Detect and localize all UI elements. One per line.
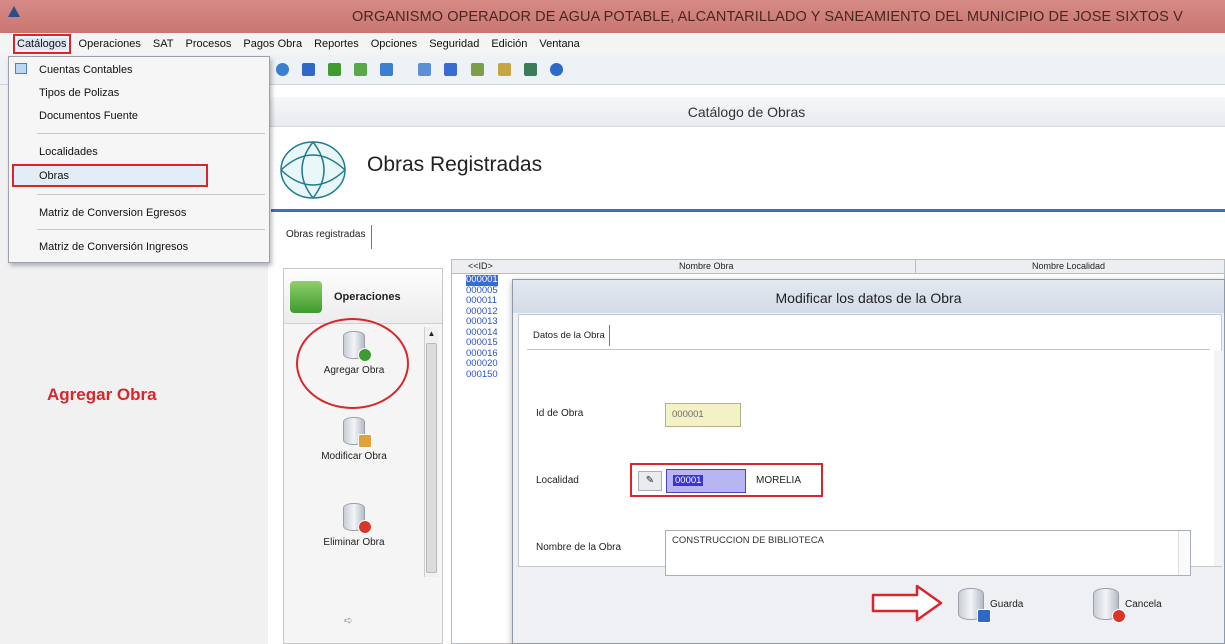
annotation-circle [296,318,409,409]
toolbar-window-icon[interactable] [380,63,393,76]
tab-datos-obra[interactable]: Datos de la Obra [529,325,610,346]
toolbar-tree-icon[interactable] [328,63,341,76]
menu-item-tipos-polizas[interactable]: Tipos de Polizas [39,87,119,99]
menu-item-localidades[interactable]: Localidades [39,146,98,158]
menu-reportes[interactable]: Reportes [314,38,359,50]
menu-opciones[interactable]: Opciones [371,38,417,50]
title-bar: ORGANISMO OPERADOR DE AGUA POTABLE, ALCA… [0,0,1225,33]
dialog-title: Modificar los datos de la Obra [513,280,1224,313]
localidad-label: Localidad [536,475,579,486]
localidad-search-button[interactable]: ✎ [638,471,662,491]
table-row[interactable]: 000015 [466,337,498,349]
menu-seguridad[interactable]: Seguridad [429,38,479,50]
tab-obras-registradas[interactable]: Obras registradas [280,225,373,249]
operations-label: Operaciones [334,291,401,303]
operations-header: Operaciones [284,269,442,324]
annotation-arrow-icon [871,584,943,622]
localidad-name: MORELIA [756,475,802,486]
menu-item-cuentas-contables[interactable]: Cuentas Contables [39,64,133,76]
menu-item-obras[interactable]: Obras [39,170,69,182]
localidad-group: ✎ 00001 MORELIA [630,463,823,497]
menu-edicion[interactable]: Edición [491,38,527,50]
database-edit-icon [343,417,372,448]
table-row[interactable]: 000013 [466,316,498,328]
id-obra-field: 000001 [665,403,741,427]
window-title: ORGANISMO OPERADOR DE AGUA POTABLE, ALCA… [352,9,1183,25]
toolbar-save-icon[interactable] [524,63,537,76]
toolbar-list-icon[interactable] [444,63,457,76]
operations-scrollbar[interactable]: ▲ [424,327,438,577]
app-logo-icon [8,6,20,17]
col-nombre-localidad[interactable]: Nombre Localidad [1032,261,1105,271]
nombre-scrollbar[interactable] [1178,531,1190,575]
save-button[interactable]: Guarda [958,588,1024,623]
table-row[interactable]: 000011 [466,295,498,307]
catalogos-dropdown: Cuentas Contables Tipos de Polizas Docum… [8,56,270,263]
toolbar-chart-icon[interactable] [354,63,367,76]
annotation-agregar-obra: Agregar Obra [47,385,157,404]
scroll-up-icon[interactable]: ▲ [425,327,438,341]
more-arrow-icon[interactable]: ➪ [344,614,353,627]
menu-sat[interactable]: SAT [153,38,174,50]
grid-id-list: 000001 000005 000011 000012 000013 00001… [466,274,498,381]
cancel-label: Cancela [1125,598,1162,610]
dialog-scrollbar[interactable] [1214,351,1222,566]
menu-ventana[interactable]: Ventana [539,38,579,50]
menu-bar: Catálogos Operaciones SAT Procesos Pagos… [0,33,1225,55]
page-title: Obras Registradas [367,153,543,176]
save-label: Guarda [990,598,1024,610]
table-row[interactable]: 000001 [466,274,498,286]
table-row[interactable]: 000150 [466,369,498,381]
cancel-button[interactable]: Cancela [1093,588,1162,623]
menu-item-documentos-fuente[interactable]: Documentos Fuente [39,110,138,122]
toolbar-gear-icon[interactable] [471,63,484,76]
col-id[interactable]: <<ID> [468,261,493,271]
toolbar-s-icon[interactable] [302,63,315,76]
menu-item-matriz-ingresos[interactable]: Matriz de Conversión Ingresos [39,241,188,253]
dialog-body: Datos de la Obra Id de Obra 000001 Local… [518,314,1222,576]
edit-obra-button[interactable]: Modificar Obra [294,417,414,462]
nombre-obra-label: Nombre de la Obra [536,542,622,553]
toolbar-info-icon[interactable] [276,63,289,76]
table-row[interactable]: 000020 [466,358,498,370]
edit-obra-label: Modificar Obra [321,451,387,462]
col-nombre-obra[interactable]: Nombre Obra [679,261,734,271]
id-obra-label: Id de Obra [536,408,584,419]
database-delete-icon [343,503,372,534]
menu-procesos[interactable]: Procesos [186,38,232,50]
toolbar-folder-icon[interactable] [498,63,511,76]
menu-pagos-obra[interactable]: Pagos Obra [243,38,302,50]
menu-item-matriz-egresos[interactable]: Matriz de Conversion Egresos [39,207,186,219]
delete-obra-label: Eliminar Obra [323,537,385,548]
menu-catalogos[interactable]: Catálogos [13,34,71,54]
database-save-icon [958,588,991,623]
grid-header: <<ID> Nombre Obra Nombre Localidad [452,260,1224,274]
database-cancel-icon [1093,588,1126,623]
operations-icon [290,281,322,313]
modify-obra-dialog: Modificar los datos de la Obra Datos de … [512,279,1225,644]
localidad-code-input[interactable]: 00001 [666,469,746,493]
header-rule [271,209,1225,212]
toolbar-doc-icon[interactable] [418,63,431,76]
menu-operaciones[interactable]: Operaciones [79,38,141,50]
delete-obra-button[interactable]: Eliminar Obra [294,503,414,548]
catalog-header: Catálogo de Obras [268,97,1225,127]
accounts-icon [15,63,27,74]
toolbar-globe-icon[interactable] [550,63,563,76]
dialog-footer: Guarda Cancela [518,570,1222,640]
scroll-thumb[interactable] [426,343,437,573]
globe-icon [280,141,346,199]
